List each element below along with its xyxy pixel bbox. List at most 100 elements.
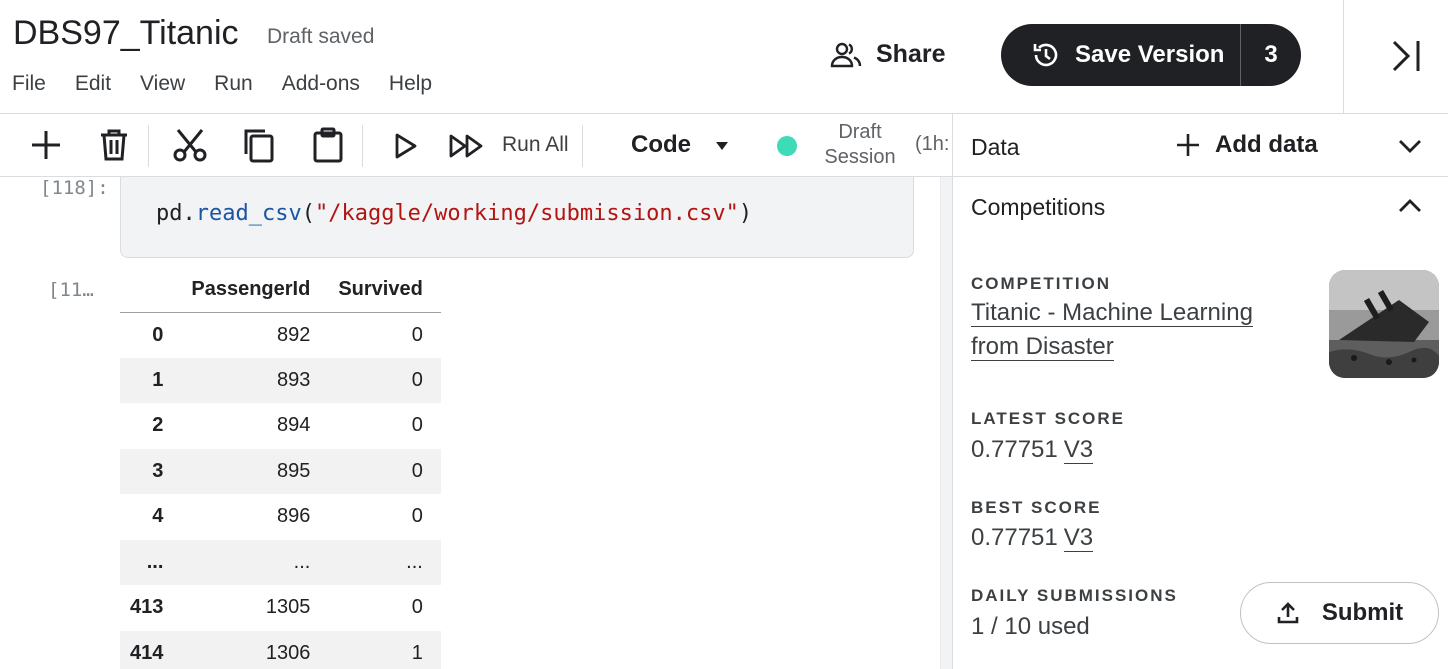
row-index: 2 (152, 414, 164, 437)
plus-icon (32, 131, 60, 159)
delete-cell-button[interactable] (96, 127, 132, 168)
chevron-down-icon (1399, 140, 1421, 153)
code-string: "/kaggle/working/submission.csv" (314, 201, 739, 226)
copy-button[interactable] (240, 127, 276, 168)
notebook-editor: [118]: pd.read_csv("/kaggle/working/subm… (0, 177, 940, 669)
row-index: ... (146, 550, 164, 573)
cell-passengerid: 892 (276, 323, 311, 346)
data-panel-title: Data (971, 134, 1020, 160)
paste-button[interactable] (310, 127, 346, 168)
competitions-toggle[interactable] (1397, 196, 1423, 221)
code-cell[interactable]: pd.read_csv("/kaggle/working/submission.… (120, 177, 914, 258)
toolbar-divider (362, 125, 363, 167)
notebook-toolbar: Run All Code (0, 115, 952, 177)
add-cell-button[interactable] (28, 127, 64, 168)
table-header-index (120, 267, 182, 313)
upload-icon (1277, 602, 1299, 624)
plus-icon (1177, 134, 1199, 156)
play-icon (395, 133, 417, 159)
cell-type-dropdown[interactable] (714, 139, 730, 157)
submit-label: Submit (1321, 599, 1404, 626)
menu-edit[interactable]: Edit (75, 72, 111, 96)
version-count-button[interactable]: 3 (1241, 41, 1301, 69)
table-row: 3 895 0 (120, 448, 441, 494)
collapse-right-icon (1392, 40, 1420, 72)
menu-run[interactable]: Run (214, 72, 253, 96)
add-data-label: Add data (1215, 131, 1318, 158)
collapse-panel-button[interactable] (1388, 38, 1424, 79)
table-row-ellipsis: ... ... ... (120, 539, 441, 585)
menu-view[interactable]: View (140, 72, 185, 96)
table-header-row: PassengerId Survived (120, 267, 441, 313)
notebook-scrollbar[interactable] (940, 177, 952, 669)
data-panel: Data Add data Competitions COMPETITION T… (952, 114, 1448, 669)
cut-button[interactable] (172, 127, 208, 168)
cell-passengerid: 896 (276, 505, 311, 528)
run-all-button[interactable] (448, 131, 484, 166)
fast-forward-icon (449, 134, 483, 158)
best-score-value: 0.77751 (971, 524, 1058, 551)
competition-thumbnail[interactable] (1329, 270, 1439, 378)
competitions-title: Competitions (971, 194, 1106, 220)
save-version-label: Save Version (1075, 41, 1225, 68)
header-divider (1343, 0, 1344, 114)
session-status-dot (777, 136, 797, 156)
best-score-version-link[interactable]: V3 (1063, 524, 1094, 552)
share-button[interactable]: Share (830, 40, 945, 69)
menu-bar: File Edit View Run Add-ons Help (12, 72, 461, 96)
row-index: 413 (130, 596, 164, 619)
competition-link[interactable]: Titanic - Machine Learning from Disaster (971, 296, 1301, 364)
draft-status: Draft saved (267, 25, 375, 48)
cell-passengerid: 895 (276, 459, 311, 482)
code-function: read_csv (195, 201, 302, 226)
code-open-paren: ( (301, 201, 315, 226)
table-row: 4 896 0 (120, 494, 441, 540)
data-panel-header: Data Add data (953, 114, 1448, 177)
add-data-button[interactable]: Add data (1175, 131, 1318, 159)
code-line[interactable]: pd.read_csv("/kaggle/working/submission.… (156, 201, 752, 226)
history-icon (1033, 43, 1058, 67)
copy-icon (244, 129, 274, 163)
cell-passengerid: 894 (276, 414, 311, 437)
run-all-label[interactable]: Run All (502, 133, 569, 157)
cell-survived: 0 (411, 323, 423, 346)
cell-survived: ... (406, 550, 423, 573)
save-version-group: Save Version 3 (1001, 24, 1301, 86)
row-index: 414 (130, 641, 164, 664)
scissors-icon (173, 129, 207, 162)
cell-survived: 0 (411, 459, 423, 482)
daily-submissions-value: 1 / 10 used (971, 613, 1090, 640)
data-panel-toggle[interactable] (1397, 136, 1423, 161)
code-cell-prompt: [118]: (40, 177, 109, 199)
notebook-title[interactable]: DBS97_Titanic (13, 14, 239, 53)
competitions-section-header[interactable]: Competitions (953, 178, 1448, 238)
menu-help[interactable]: Help (389, 72, 432, 96)
table-header-survived: Survived (328, 267, 441, 313)
run-cell-button[interactable] (390, 131, 420, 166)
session-status[interactable]: Draft Session (822, 120, 898, 170)
latest-score-version-link[interactable]: V3 (1063, 436, 1094, 464)
clipboard-icon (313, 127, 343, 163)
titanic-image (1329, 270, 1439, 378)
toolbar-divider (582, 125, 583, 167)
table-row: 413 1305 0 (120, 585, 441, 631)
cell-passengerid: 1305 (265, 596, 311, 619)
session-time: (1h: (915, 133, 950, 155)
cell-passengerid: 893 (276, 368, 311, 391)
menu-add-ons[interactable]: Add-ons (282, 72, 360, 96)
row-index: 1 (152, 368, 164, 391)
save-version-button[interactable]: Save Version (1001, 24, 1240, 86)
chevron-up-icon (1399, 199, 1421, 212)
code-close-paren: ) (738, 201, 753, 226)
latest-score-value: 0.77751 (971, 436, 1058, 463)
cell-survived: 0 (411, 368, 423, 391)
competition-label: COMPETITION (971, 274, 1112, 293)
latest-score: 0.77751 V3 (971, 436, 1094, 464)
cell-type-select[interactable]: Code (631, 131, 691, 159)
row-index: 0 (152, 323, 164, 346)
table-row: 414 1306 1 (120, 630, 441, 669)
table-row: 0 892 0 (120, 312, 441, 358)
row-index: 4 (152, 505, 164, 528)
submit-button[interactable]: Submit (1240, 582, 1439, 644)
menu-file[interactable]: File (12, 72, 46, 96)
